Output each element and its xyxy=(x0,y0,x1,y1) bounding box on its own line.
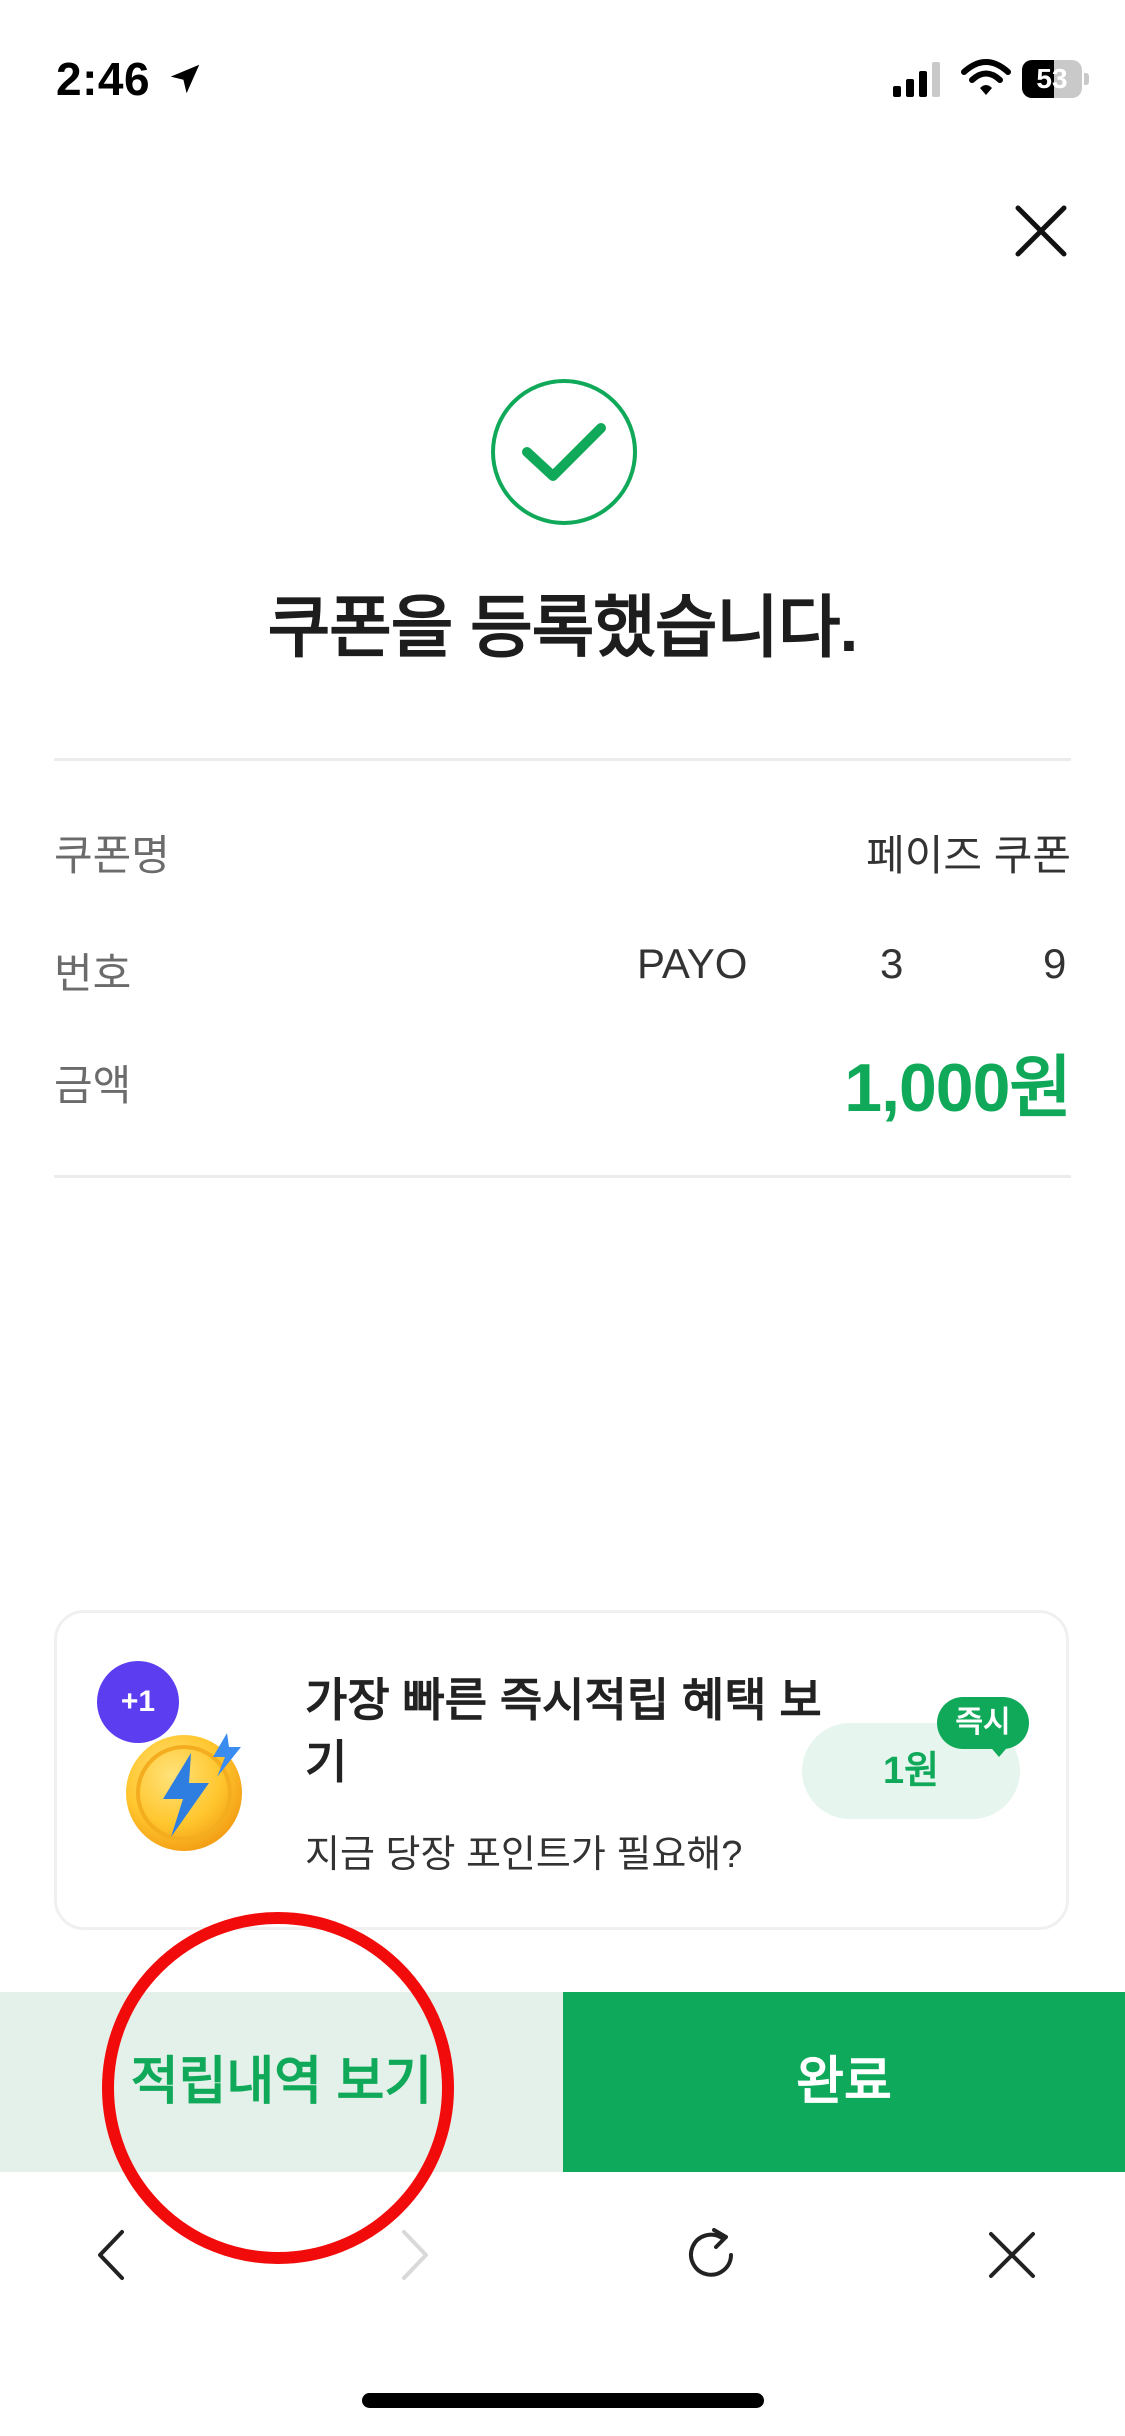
coupon-number-label: 번호 xyxy=(54,950,132,997)
home-indicator[interactable] xyxy=(362,2393,764,2408)
coupon-amount-label: 금액 xyxy=(54,1062,132,1109)
view-history-button[interactable]: 적립내역 보기 xyxy=(0,1992,563,2172)
battery-level: 53 xyxy=(1036,63,1068,94)
coupon-name-label: 쿠폰명 xyxy=(54,832,170,879)
coupon-number-part: 9 xyxy=(1043,940,1067,987)
promo-subtitle: 지금 당장 포인트가 필요해? xyxy=(305,1834,743,1876)
done-button[interactable]: 완료 xyxy=(563,1992,1125,2172)
battery-icon: 53 xyxy=(1022,60,1090,100)
plus-badge: +1 xyxy=(97,1661,179,1743)
check-circle-icon xyxy=(491,379,637,525)
instant-badge: 즉시 xyxy=(937,1697,1029,1749)
close-icon[interactable] xyxy=(977,2220,1047,2290)
divider-bottom xyxy=(54,1175,1071,1178)
coupon-amount-value: 1,000원 xyxy=(844,1050,1072,1126)
status-bar: 2:46 53 xyxy=(0,0,1125,150)
close-icon[interactable] xyxy=(1010,200,1072,262)
chevron-left-icon[interactable] xyxy=(78,2220,148,2290)
coupon-number-part: PAYO xyxy=(637,940,748,987)
cellular-signal-icon xyxy=(893,62,940,97)
promo-title: 가장 빠른 즉시적립 혜택 보기 xyxy=(305,1674,822,1788)
done-label: 완료 xyxy=(796,2053,892,2111)
divider-top xyxy=(54,758,1071,761)
wifi-icon xyxy=(961,59,1011,95)
instant-badge-tail xyxy=(987,1743,1011,1757)
chevron-right-icon[interactable] xyxy=(378,2220,448,2290)
coupon-name-value: 페이즈 쿠폰 xyxy=(866,832,1071,879)
page-title: 쿠폰을 등록했습니다. xyxy=(267,590,859,666)
view-history-label: 적립내역 보기 xyxy=(130,2053,433,2111)
refresh-icon[interactable] xyxy=(676,2220,746,2290)
status-time: 2:46 xyxy=(56,53,151,105)
coupon-number-part: 3 xyxy=(880,940,904,987)
promo-card[interactable]: +1 가장 빠른 즉시적립 혜택 보기 지금 당장 포인트가 필요해? 1원 즉… xyxy=(54,1610,1069,1930)
location-arrow-icon xyxy=(170,64,200,94)
